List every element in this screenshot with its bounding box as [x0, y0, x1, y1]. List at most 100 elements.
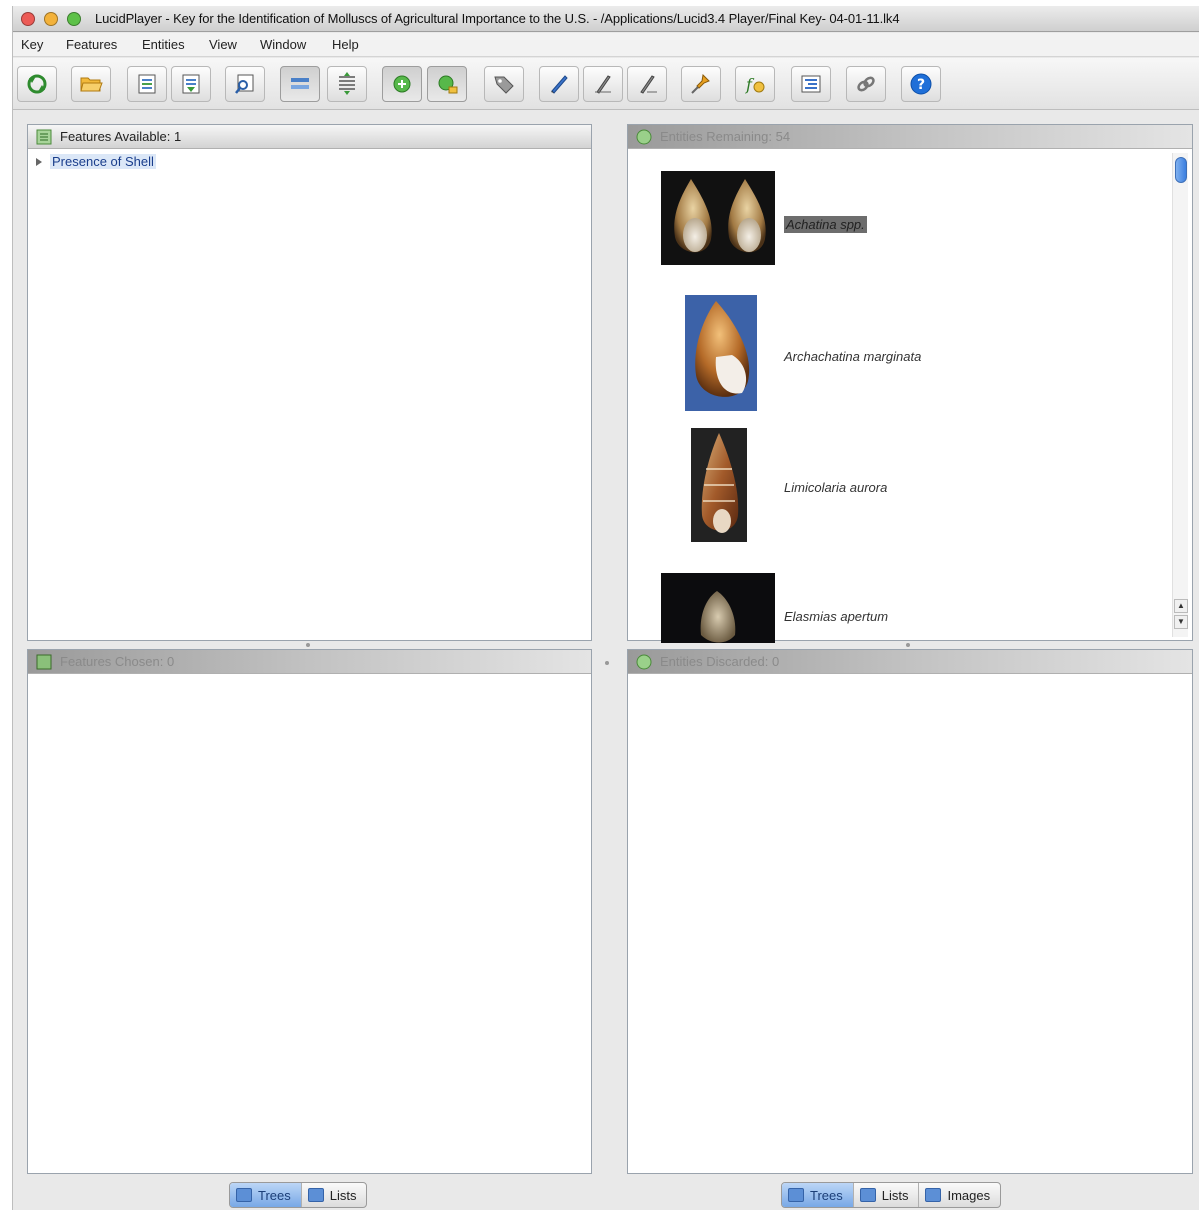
- document-arrows-button[interactable]: [171, 66, 211, 102]
- svg-text:?: ?: [917, 77, 925, 93]
- entity-name: Archachatina marginata: [784, 349, 922, 364]
- entity-image-limicolaria: [691, 428, 747, 542]
- document-list-icon: [138, 74, 156, 94]
- restart-key-button[interactable]: [17, 66, 57, 102]
- scrollbar-thumb[interactable]: [1175, 157, 1187, 183]
- stylus-right-button[interactable]: [627, 66, 667, 102]
- help-icon: ?: [910, 73, 932, 95]
- entity-image-elasmias: [661, 573, 775, 643]
- single-pane-icon: [291, 78, 309, 89]
- vertical-splitter-handle[interactable]: [605, 661, 609, 665]
- scroll-up-button[interactable]: ▲: [1174, 599, 1188, 613]
- features-chosen-panel: Features Chosen: 0: [27, 649, 592, 1174]
- menu-view[interactable]: View: [209, 37, 237, 52]
- menu-entities[interactable]: Entities: [142, 37, 185, 52]
- list-view-icon: [859, 1188, 876, 1202]
- document-list-button[interactable]: [127, 66, 167, 102]
- find-button[interactable]: [225, 66, 265, 102]
- menu-key[interactable]: Key: [21, 37, 43, 52]
- tab-label: Lists: [881, 1187, 909, 1203]
- tab-label: Trees: [810, 1187, 843, 1203]
- features-chosen-title: Features Chosen: 0: [60, 654, 175, 669]
- scroll-down-button[interactable]: ▼: [1174, 615, 1188, 629]
- stylus-left-button[interactable]: [583, 66, 623, 102]
- tab-images-right[interactable]: Images: [919, 1183, 1000, 1207]
- entity-row-limicolaria[interactable]: Limicolaria aurora: [658, 422, 1178, 546]
- tab-lists-left[interactable]: Lists: [302, 1183, 367, 1207]
- tab-trees-right[interactable]: Trees: [782, 1183, 854, 1207]
- feature-green-user-button[interactable]: [427, 66, 467, 102]
- menu-help[interactable]: Help: [332, 37, 359, 52]
- entities-discarded-panel: Entities Discarded: 0: [627, 649, 1193, 1174]
- function-icon: f: [745, 75, 765, 94]
- tab-label: Images: [947, 1187, 991, 1203]
- feature-green-user-icon: [438, 75, 458, 94]
- tab-label: Trees: [258, 1187, 291, 1203]
- pin-button[interactable]: [681, 66, 721, 102]
- open-folder-icon: [80, 77, 103, 92]
- pin-icon: [691, 73, 710, 94]
- menu-bar: Key Features Entities View Window Help: [13, 33, 1199, 57]
- link-button[interactable]: [846, 66, 886, 102]
- window-title: LucidPlayer - Key for the Identification…: [95, 11, 900, 26]
- zoom-window-button[interactable]: [67, 12, 81, 26]
- right-view-tabs: Trees Lists Images: [781, 1182, 1002, 1208]
- entity-name: Limicolaria aurora: [784, 480, 888, 495]
- features-available-panel: Features Available: 1 Presence of Shell: [27, 124, 592, 641]
- list-arrows-button[interactable]: [327, 66, 367, 102]
- entities-remaining-title: Entities Remaining: 54: [660, 129, 791, 144]
- pen-icon: [551, 75, 568, 94]
- entity-image-archachatina: [685, 295, 757, 411]
- entity-row-achatina[interactable]: Achatina spp.: [658, 161, 1178, 285]
- entities-discarded-title: Entities Discarded: 0: [660, 654, 780, 669]
- feature-tree-icon: [36, 129, 52, 145]
- tree-view-icon: [236, 1188, 252, 1202]
- entities-remaining-panel: Entities Remaining: 54 Achatina spp. Arc…: [627, 124, 1193, 643]
- tree-item-label: Presence of Shell: [50, 154, 156, 170]
- expand-arrow-icon[interactable]: [36, 157, 42, 166]
- tab-label: Lists: [329, 1187, 357, 1203]
- title-bar: LucidPlayer - Key for the Identification…: [13, 6, 1199, 32]
- close-window-button[interactable]: [21, 12, 35, 26]
- entities-remaining-header: Entities Remaining: 54: [628, 125, 1192, 149]
- tag-icon: [494, 76, 514, 94]
- feature-green-button[interactable]: [382, 66, 422, 102]
- entity-name: Achatina spp.: [784, 216, 867, 233]
- minimize-window-button[interactable]: [44, 12, 58, 26]
- horizontal-splitter-handle[interactable]: [306, 643, 310, 647]
- list-view-icon: [307, 1188, 324, 1202]
- entity-image-achatina: [661, 171, 775, 265]
- magnify-document-icon: [235, 74, 254, 94]
- tab-lists-right[interactable]: Lists: [854, 1183, 920, 1207]
- menu-window[interactable]: Window: [260, 37, 306, 52]
- features-available-title: Features Available: 1: [60, 129, 182, 144]
- toolbar: f ?: [13, 58, 1199, 110]
- single-pane-button[interactable]: [280, 66, 320, 102]
- entity-row-elasmias[interactable]: Elasmias apertum: [658, 553, 1178, 643]
- stylus-right-icon: [640, 75, 657, 94]
- restart-key-icon: [27, 74, 47, 94]
- pen-button[interactable]: [539, 66, 579, 102]
- entities-discarded-header: Entities Discarded: 0: [628, 650, 1192, 674]
- horizontal-splitter-handle-right[interactable]: [906, 643, 910, 647]
- open-key-button[interactable]: [71, 66, 111, 102]
- help-button[interactable]: ?: [901, 66, 941, 102]
- entities-scrollbar[interactable]: ▲ ▼: [1172, 153, 1188, 637]
- function-button[interactable]: f: [735, 66, 775, 102]
- app-window: LucidPlayer - Key for the Identification…: [12, 6, 1199, 1210]
- tab-trees-left[interactable]: Trees: [230, 1183, 302, 1207]
- list-arrows-icon: [339, 72, 355, 95]
- menu-features[interactable]: Features: [66, 37, 117, 52]
- left-view-tabs: Trees Lists: [229, 1182, 368, 1208]
- entity-discarded-icon: [636, 654, 652, 670]
- tag-button[interactable]: [484, 66, 524, 102]
- image-view-icon: [925, 1188, 942, 1202]
- features-available-header: Features Available: 1: [28, 125, 591, 149]
- stylus-left-icon: [595, 75, 611, 94]
- entity-row-archachatina[interactable]: Archachatina marginata: [658, 291, 1178, 415]
- features-chosen-header: Features Chosen: 0: [28, 650, 591, 674]
- feature-chosen-icon: [36, 654, 52, 670]
- tree-item-presence-of-shell[interactable]: Presence of Shell: [32, 153, 156, 171]
- entity-name: Elasmias apertum: [784, 609, 889, 624]
- list-settings-button[interactable]: [791, 66, 831, 102]
